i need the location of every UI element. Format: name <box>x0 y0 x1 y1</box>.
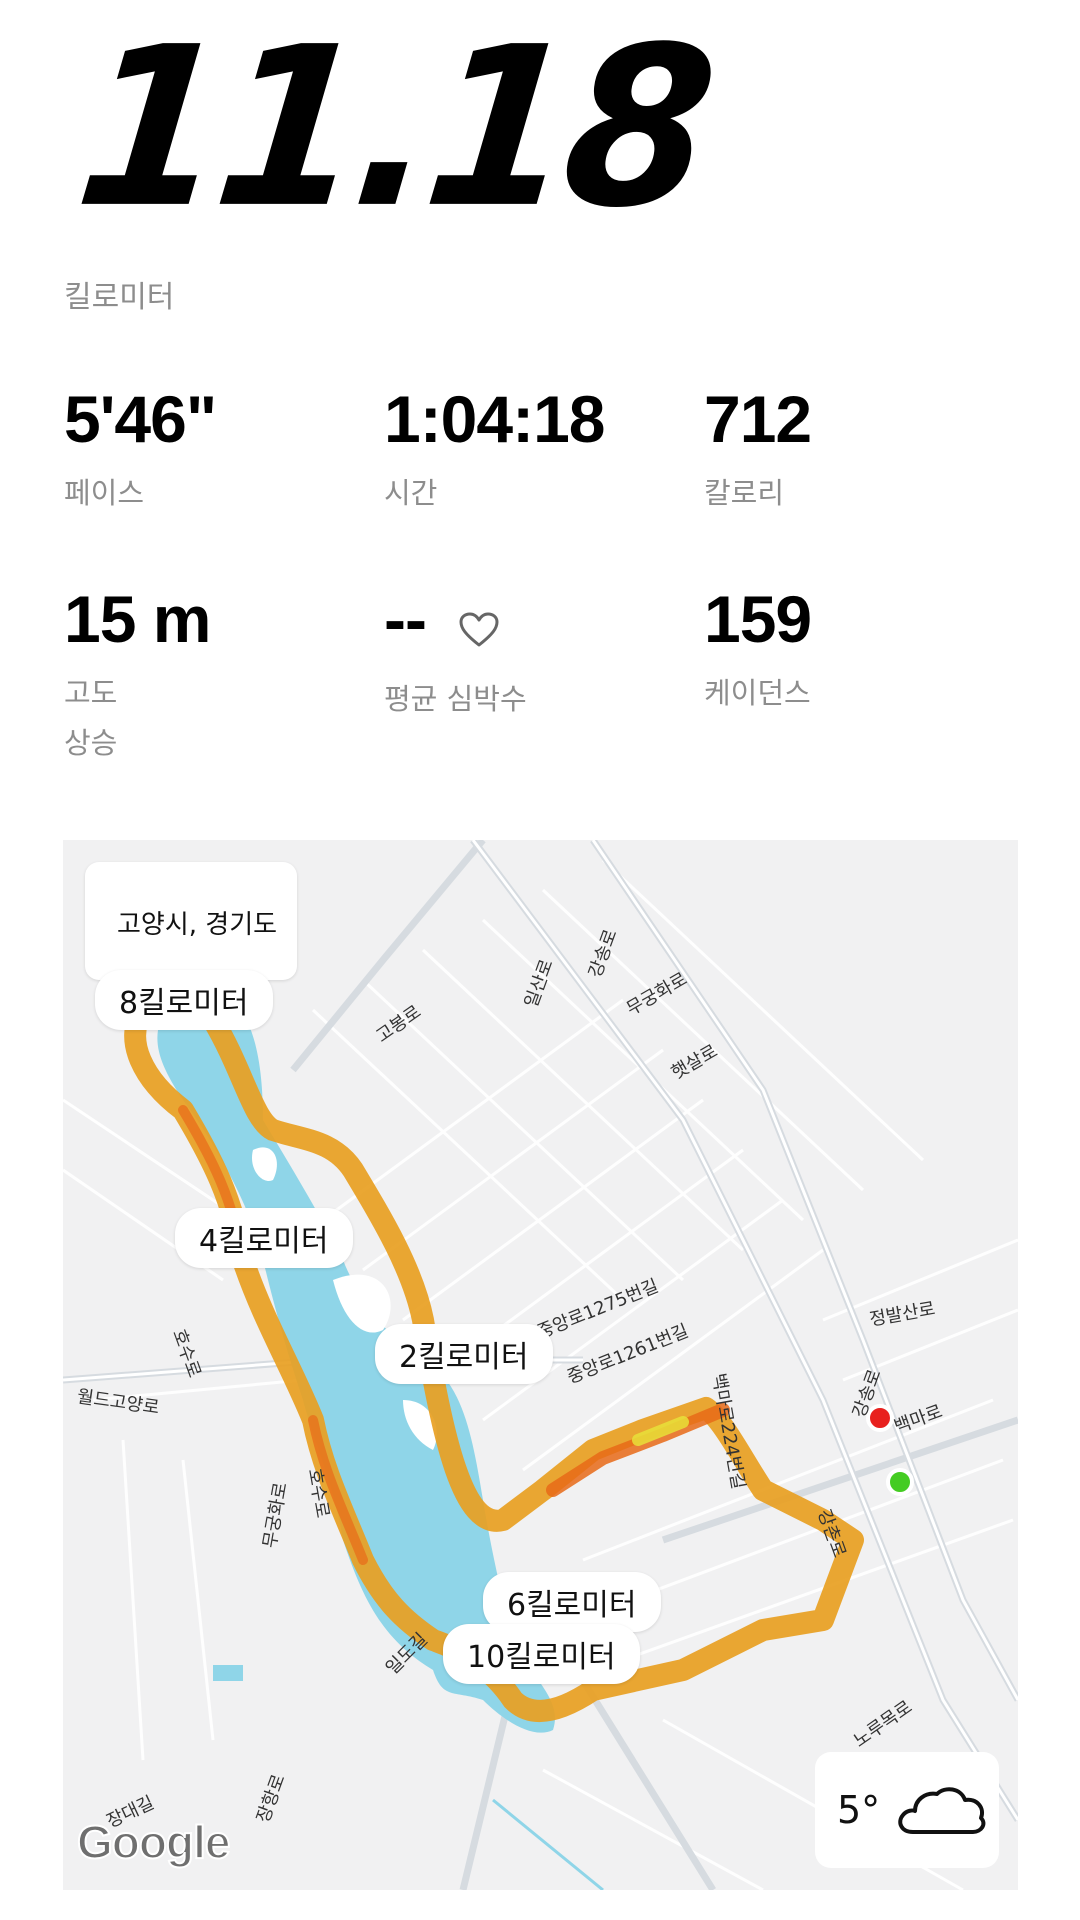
cadence-value: 159 <box>704 582 812 656</box>
elevation-value: 15 m <box>64 582 211 656</box>
stat-time: 1:04:18 시간 <box>384 386 605 516</box>
stat-pace: 5'46" 페이스 <box>64 382 217 516</box>
route-map[interactable]: 고봉로 일산로 강송로 무궁화로 햇살로 중앙로1275번길 중앙로1261번길… <box>63 840 1018 1890</box>
route-start-marker <box>886 1468 914 1496</box>
stream <box>492 1798 604 1890</box>
elevation-sublabel: 상승 <box>64 726 118 761</box>
time-value: 1:04:18 <box>384 382 605 456</box>
cadence-label: 케이던스 <box>704 676 811 710</box>
pace-value: 5'46" <box>64 382 217 456</box>
heart-rate-value: -- <box>384 582 427 656</box>
weather-badge: 5° <box>815 1752 999 1868</box>
map-location-label: 고양시, 경기도 <box>85 862 297 980</box>
km-marker-2: 2킬로미터 <box>375 1324 553 1384</box>
km-marker-6: 6킬로미터 <box>483 1572 661 1632</box>
heart-outline-icon <box>459 592 499 658</box>
stat-calories: 712 칼로리 <box>704 382 812 516</box>
google-attribution: Google <box>76 1815 231 1869</box>
elevation-label: 고도 <box>64 676 118 710</box>
km-marker-4: 4킬로미터 <box>175 1208 353 1268</box>
km-marker-10: 10킬로미터 <box>443 1624 640 1684</box>
stat-elevation: 15 m 고도 상승 <box>64 582 211 767</box>
stat-cadence: 159 케이던스 <box>704 582 812 716</box>
heart-rate-row: -- <box>384 586 527 658</box>
temperature-value: 5° <box>837 1788 881 1832</box>
time-label: 시간 <box>384 476 438 510</box>
km-marker-8: 8킬로미터 <box>95 970 273 1030</box>
calories-value: 712 <box>704 382 812 456</box>
total-distance: 11.18 <box>66 0 719 257</box>
distance-unit-label: 킬로미터 <box>64 280 175 315</box>
calories-label: 칼로리 <box>704 476 785 510</box>
small-pond <box>213 1665 243 1681</box>
stat-heart-rate: -- 평균 심박수 <box>384 586 527 722</box>
heart-rate-label: 평균 심박수 <box>384 681 527 716</box>
pace-label: 페이스 <box>64 476 145 510</box>
